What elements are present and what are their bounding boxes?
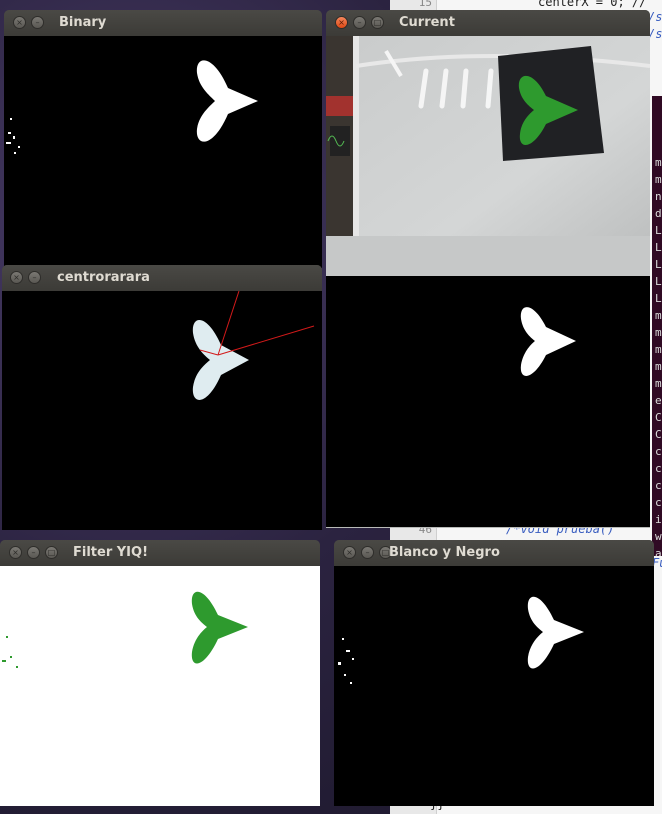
terminal-line: c [655,445,662,458]
camera-feed [326,36,650,528]
minimize-icon[interactable]: – [361,546,374,559]
window-titlebar[interactable]: × – □ Current [326,10,650,36]
terminal-line: i [655,513,662,526]
terminal-line: a [655,547,662,556]
close-icon[interactable]: × [13,16,26,29]
code-line: centerX = 0; // [538,0,647,9]
binary-image [4,36,322,268]
maximize-icon[interactable]: □ [45,546,58,559]
close-icon[interactable]: × [335,16,348,29]
centro-image [2,291,322,530]
window-title: Current [399,15,455,30]
close-icon[interactable]: × [343,546,356,559]
close-icon[interactable]: × [9,546,22,559]
minimize-icon[interactable]: – [27,546,40,559]
terminal-line: m [655,309,662,322]
terminal-line: d [655,207,662,220]
window-title: Blanco y Negro [389,545,500,560]
direction-line [217,325,315,356]
bn-image [334,566,654,806]
window-title: centrorarara [57,270,150,285]
terminal-line: m [655,343,662,356]
window-titlebar[interactable]: × – □ Blanco y Negro [334,540,654,566]
terminal-line: m [655,173,662,186]
filter-image [0,566,320,806]
terminal-line: c [655,479,662,492]
terminal-line: e [655,394,662,407]
heart-shape [196,60,258,142]
window-titlebar[interactable]: × – Binary [4,10,322,36]
terminal-line: C [655,428,662,441]
line-number: 15 [418,0,432,9]
terminal-line: m [655,326,662,339]
minimize-icon[interactable]: – [31,16,44,29]
window-titlebar[interactable]: × – centrorarara [2,265,322,291]
heart-shape [192,320,249,400]
close-icon[interactable]: × [10,271,23,284]
heart-shape [520,307,576,376]
heart-shape [527,596,584,669]
direction-line [217,291,240,356]
terminal-line: L [655,292,662,305]
terminal-line: m [655,377,662,390]
window-titlebar[interactable]: × – □ Filter YIQ! [0,540,320,566]
maximize-icon[interactable]: □ [371,16,384,29]
terminal-line: L [655,241,662,254]
terminal-line: C [655,411,662,424]
terminal-line: L [655,224,662,237]
noise-pixels [338,638,354,684]
terminal-line: c [655,462,662,475]
minimize-icon[interactable]: – [353,16,366,29]
heart-shape [191,591,248,664]
noise-pixels [2,636,18,668]
minimize-icon[interactable]: – [28,271,41,284]
terminal-line: m [655,156,662,169]
terminal-line: w [655,530,662,543]
current-window[interactable]: × – □ Current [326,10,650,528]
terminal-line: L [655,258,662,271]
window-title: Filter YIQ! [73,545,148,560]
bn-window[interactable]: × – □ Blanco y Negro [334,540,654,806]
filter-window[interactable]: × – □ Filter YIQ! [0,540,320,806]
code-comment: /se [648,27,662,41]
terminal-line: n [655,190,662,203]
centro-window[interactable]: × – centrorarara [2,265,322,530]
terminal-line: m [655,360,662,373]
binary-window[interactable]: × – Binary [4,10,322,268]
noise-pixels [6,118,20,154]
terminal-window[interactable]: mmndLLLLLmmmmmeCCcccciwa [652,96,662,556]
code-comment: /se [648,10,662,24]
terminal-line: L [655,275,662,288]
window-title: Binary [59,15,107,30]
terminal-line: c [655,496,662,509]
